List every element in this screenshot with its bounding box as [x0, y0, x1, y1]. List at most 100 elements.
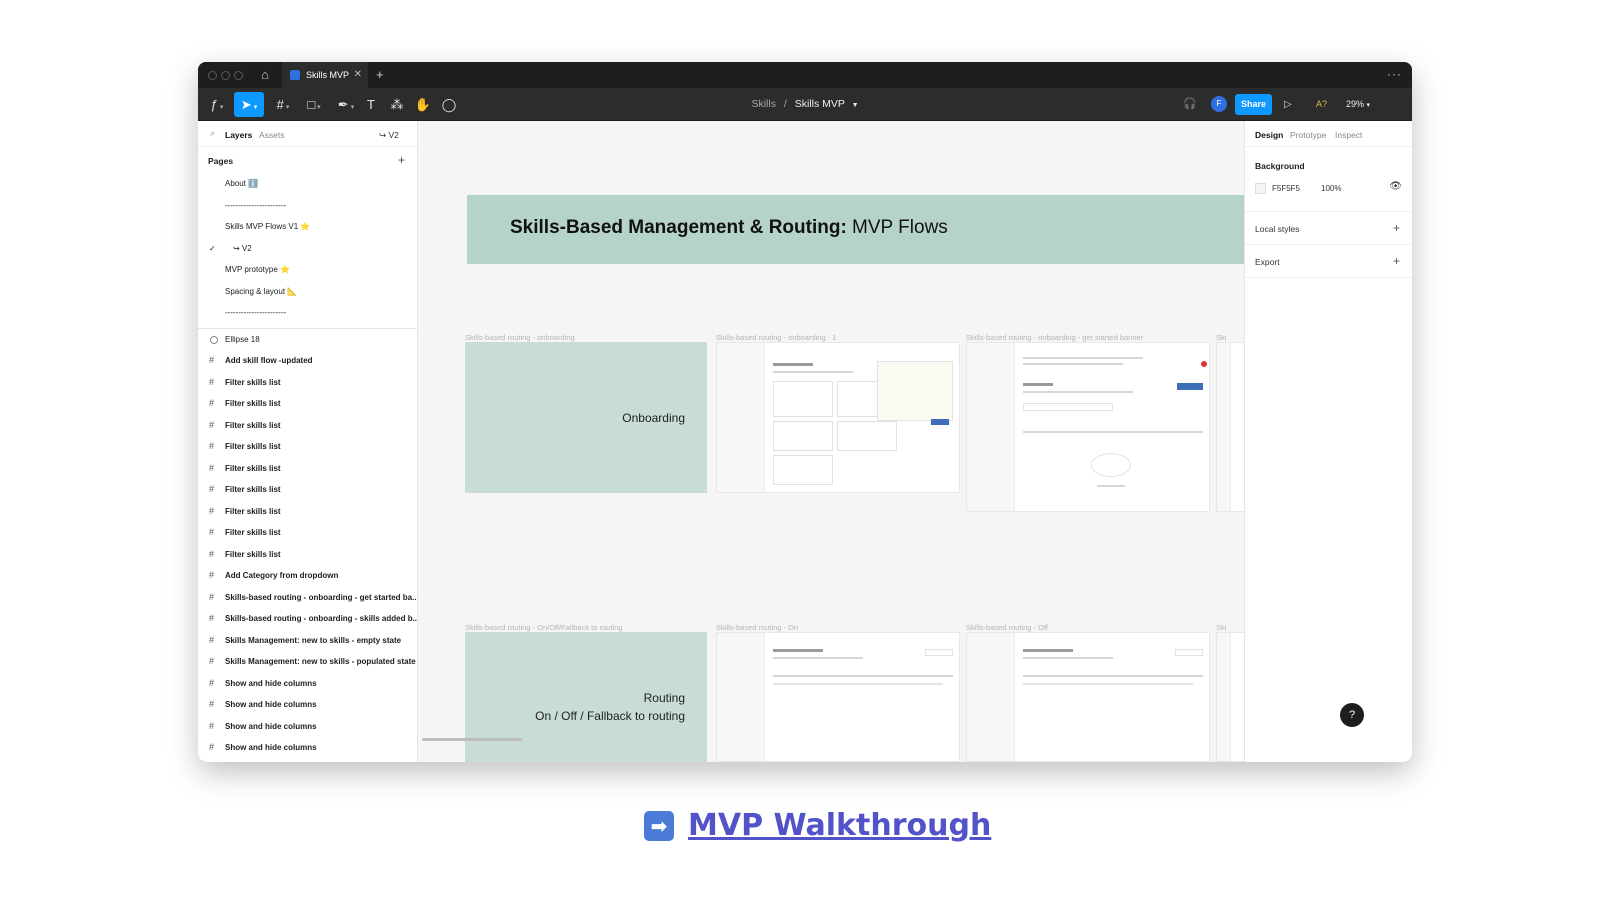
routing-section-frame[interactable]: Routing On / Off / Fallback to routing [465, 632, 707, 762]
accessibility-check-icon[interactable]: A? [1316, 88, 1327, 121]
minimize-window-button[interactable] [221, 71, 230, 80]
maximize-window-button[interactable] [234, 71, 243, 80]
onboarding-section-frame[interactable]: Onboarding [465, 342, 707, 493]
title-banner[interactable]: Skills-Based Management & Routing: MVP F… [467, 195, 1244, 264]
frame-label[interactable]: Skills-based routing - Off [966, 623, 1048, 632]
layer-item[interactable]: # Skills Management: new to skills - popu… [198, 651, 417, 673]
more-icon[interactable]: ··· [1387, 62, 1402, 88]
page-item-label: ----------------------- [225, 308, 287, 317]
page-item[interactable]: Skills MVP Flows V1 ⭐ [198, 216, 417, 238]
next-frame-thumbnail[interactable] [1216, 632, 1244, 762]
avatar[interactable]: F [1211, 96, 1227, 112]
frame-label[interactable]: Skills-based routing - onboarding - get … [966, 333, 1143, 342]
layer-item[interactable]: # Filter skills list [198, 501, 417, 523]
layer-item[interactable]: # Show and hide columns [198, 694, 417, 716]
checkmark-icon: ✓ [209, 243, 216, 253]
arrow-right-icon: ➡ [644, 811, 674, 841]
tab-prototype[interactable]: Prototype [1290, 130, 1326, 140]
zoom-level[interactable]: 29% ▾ [1346, 88, 1370, 122]
breadcrumb-project[interactable]: Skills [751, 98, 776, 110]
layer-item[interactable]: # Filter skills list [198, 479, 417, 501]
page-item-label: Skills MVP Flows V1 ⭐ [225, 222, 311, 231]
page-item[interactable]: ✓ ↪ V2 [198, 238, 417, 260]
page-item[interactable]: Spacing & layout 📐 [198, 281, 417, 303]
layer-item[interactable]: # Filter skills list [198, 458, 417, 480]
layer-item[interactable]: # Skills-based routing - onboarding - get… [198, 587, 418, 609]
frame-label[interactable]: Skills-based routing - On [716, 623, 798, 632]
search-icon[interactable]: ⌕ [210, 128, 215, 139]
background-section: Background F5F5F5 100% 👁 [1245, 147, 1412, 212]
frame-label[interactable]: Skills-based routing - onboarding [465, 333, 575, 342]
layer-item[interactable]: # Filter skills list [198, 522, 417, 544]
share-button[interactable]: Share [1235, 94, 1272, 115]
layer-item[interactable]: # Filter skills list [198, 372, 417, 394]
frame-label[interactable]: Ski [1216, 333, 1226, 342]
layer-item[interactable]: # Filter skills list [198, 544, 417, 566]
routing-on-thumbnail[interactable] [716, 632, 960, 762]
headphones-icon[interactable]: 🎧 [1183, 88, 1197, 121]
chevron-down-icon: ▾ [1366, 102, 1371, 109]
close-tab-icon[interactable]: ✕ [354, 62, 362, 88]
breadcrumb: Skills / Skills MVP ▼ [198, 88, 1412, 122]
layer-item[interactable]: # Skills-based routing - onboarding - ski… [198, 608, 418, 630]
background-hex-field[interactable]: F5F5F5 [1272, 184, 1300, 193]
chevron-down-icon[interactable]: ▼ [852, 102, 859, 109]
layer-item-label: Add skill flow -updated [225, 356, 313, 365]
layer-item[interactable]: # Filter skills list [198, 415, 417, 437]
banner-title: Skills-Based Management & Routing: MVP F… [510, 217, 948, 239]
page-item[interactable]: About ℹ️ [198, 173, 417, 195]
admin-center-screen-thumbnail[interactable] [716, 342, 960, 493]
layer-item[interactable]: # Show and hide columns [198, 737, 417, 759]
skills-empty-state-thumbnail[interactable] [966, 342, 1210, 512]
right-panel: Design Prototype Inspect Background F5F5… [1244, 121, 1412, 762]
layer-item[interactable]: # Skills Management: new to skills - empt… [198, 630, 417, 652]
eye-icon[interactable]: 👁 [1389, 181, 1402, 192]
horizontal-scrollbar[interactable] [422, 738, 522, 741]
routing-off-thumbnail[interactable] [966, 632, 1210, 762]
next-frame-thumbnail[interactable] [1216, 342, 1244, 512]
file-tab[interactable]: Skills MVP ✕ [282, 62, 368, 88]
home-icon[interactable]: ⌂ [256, 66, 274, 84]
layer-item-label: Filter skills list [225, 377, 281, 387]
tab-inspect[interactable]: Inspect [1335, 130, 1362, 140]
present-play-icon[interactable]: ▷ [1284, 88, 1292, 121]
background-opacity-field[interactable]: 100% [1321, 184, 1341, 193]
left-panel: ⌕ Layers Assets ↪ V2 Pages + About ℹ️ ---… [198, 121, 418, 762]
add-export-button[interactable]: + [1393, 254, 1400, 268]
layer-item-label: Skills-based routing - onboarding - skil… [225, 614, 418, 623]
walkthrough-link[interactable]: ➡ MVP Walkthrough [644, 808, 991, 843]
page-item[interactable]: ----------------------- [198, 195, 417, 217]
close-window-button[interactable] [208, 71, 217, 80]
layer-item-label: Filter skills list [225, 549, 281, 559]
background-title: Background [1255, 161, 1305, 171]
layer-item[interactable]: # Add skill flow -updated [198, 350, 417, 372]
frame-icon: # [209, 355, 215, 365]
frame-label[interactable]: Skills-based routing - On/Off/Fallback t… [465, 623, 622, 632]
frame-label[interactable]: Skills-based routing - onboarding - 1 [716, 333, 836, 342]
layer-item-label: Skills-based routing - onboarding - get … [225, 592, 418, 602]
add-page-button[interactable]: + [398, 153, 405, 167]
layer-item[interactable]: # Filter skills list [198, 393, 417, 415]
add-style-button[interactable]: + [1393, 221, 1400, 235]
layer-item[interactable]: # Filter skills list [198, 436, 417, 458]
frame-icon: # [209, 677, 215, 688]
layer-item-label: Ellipse 18 [225, 334, 260, 344]
background-color-swatch[interactable] [1255, 183, 1266, 194]
help-button[interactable]: ? [1340, 703, 1364, 727]
layer-item[interactable]: # Add Category from dropdown [198, 565, 417, 587]
layer-item[interactable]: Ellipse 18 [198, 329, 417, 351]
new-tab-button[interactable]: + [376, 62, 384, 88]
frame-label[interactable]: Ski [1216, 623, 1226, 632]
layer-item[interactable]: # Show and hide columns [198, 716, 417, 738]
breadcrumb-file[interactable]: Skills MVP [795, 98, 845, 110]
layer-item-label: Add Category from dropdown [225, 571, 339, 580]
page-item[interactable]: MVP prototype ⭐ [198, 259, 417, 281]
page-item[interactable]: ----------------------- [198, 302, 417, 324]
layer-item[interactable]: # Show and hide columns [198, 673, 417, 695]
tab-assets[interactable]: Assets [259, 130, 285, 140]
layer-item-label: Filter skills list [225, 485, 281, 494]
current-page-switcher[interactable]: ↪ V2 [379, 130, 399, 141]
tab-design[interactable]: Design [1255, 130, 1283, 140]
tab-layers[interactable]: Layers [225, 130, 252, 140]
canvas[interactable]: Skills-Based Management & Routing: MVP F… [418, 121, 1244, 762]
